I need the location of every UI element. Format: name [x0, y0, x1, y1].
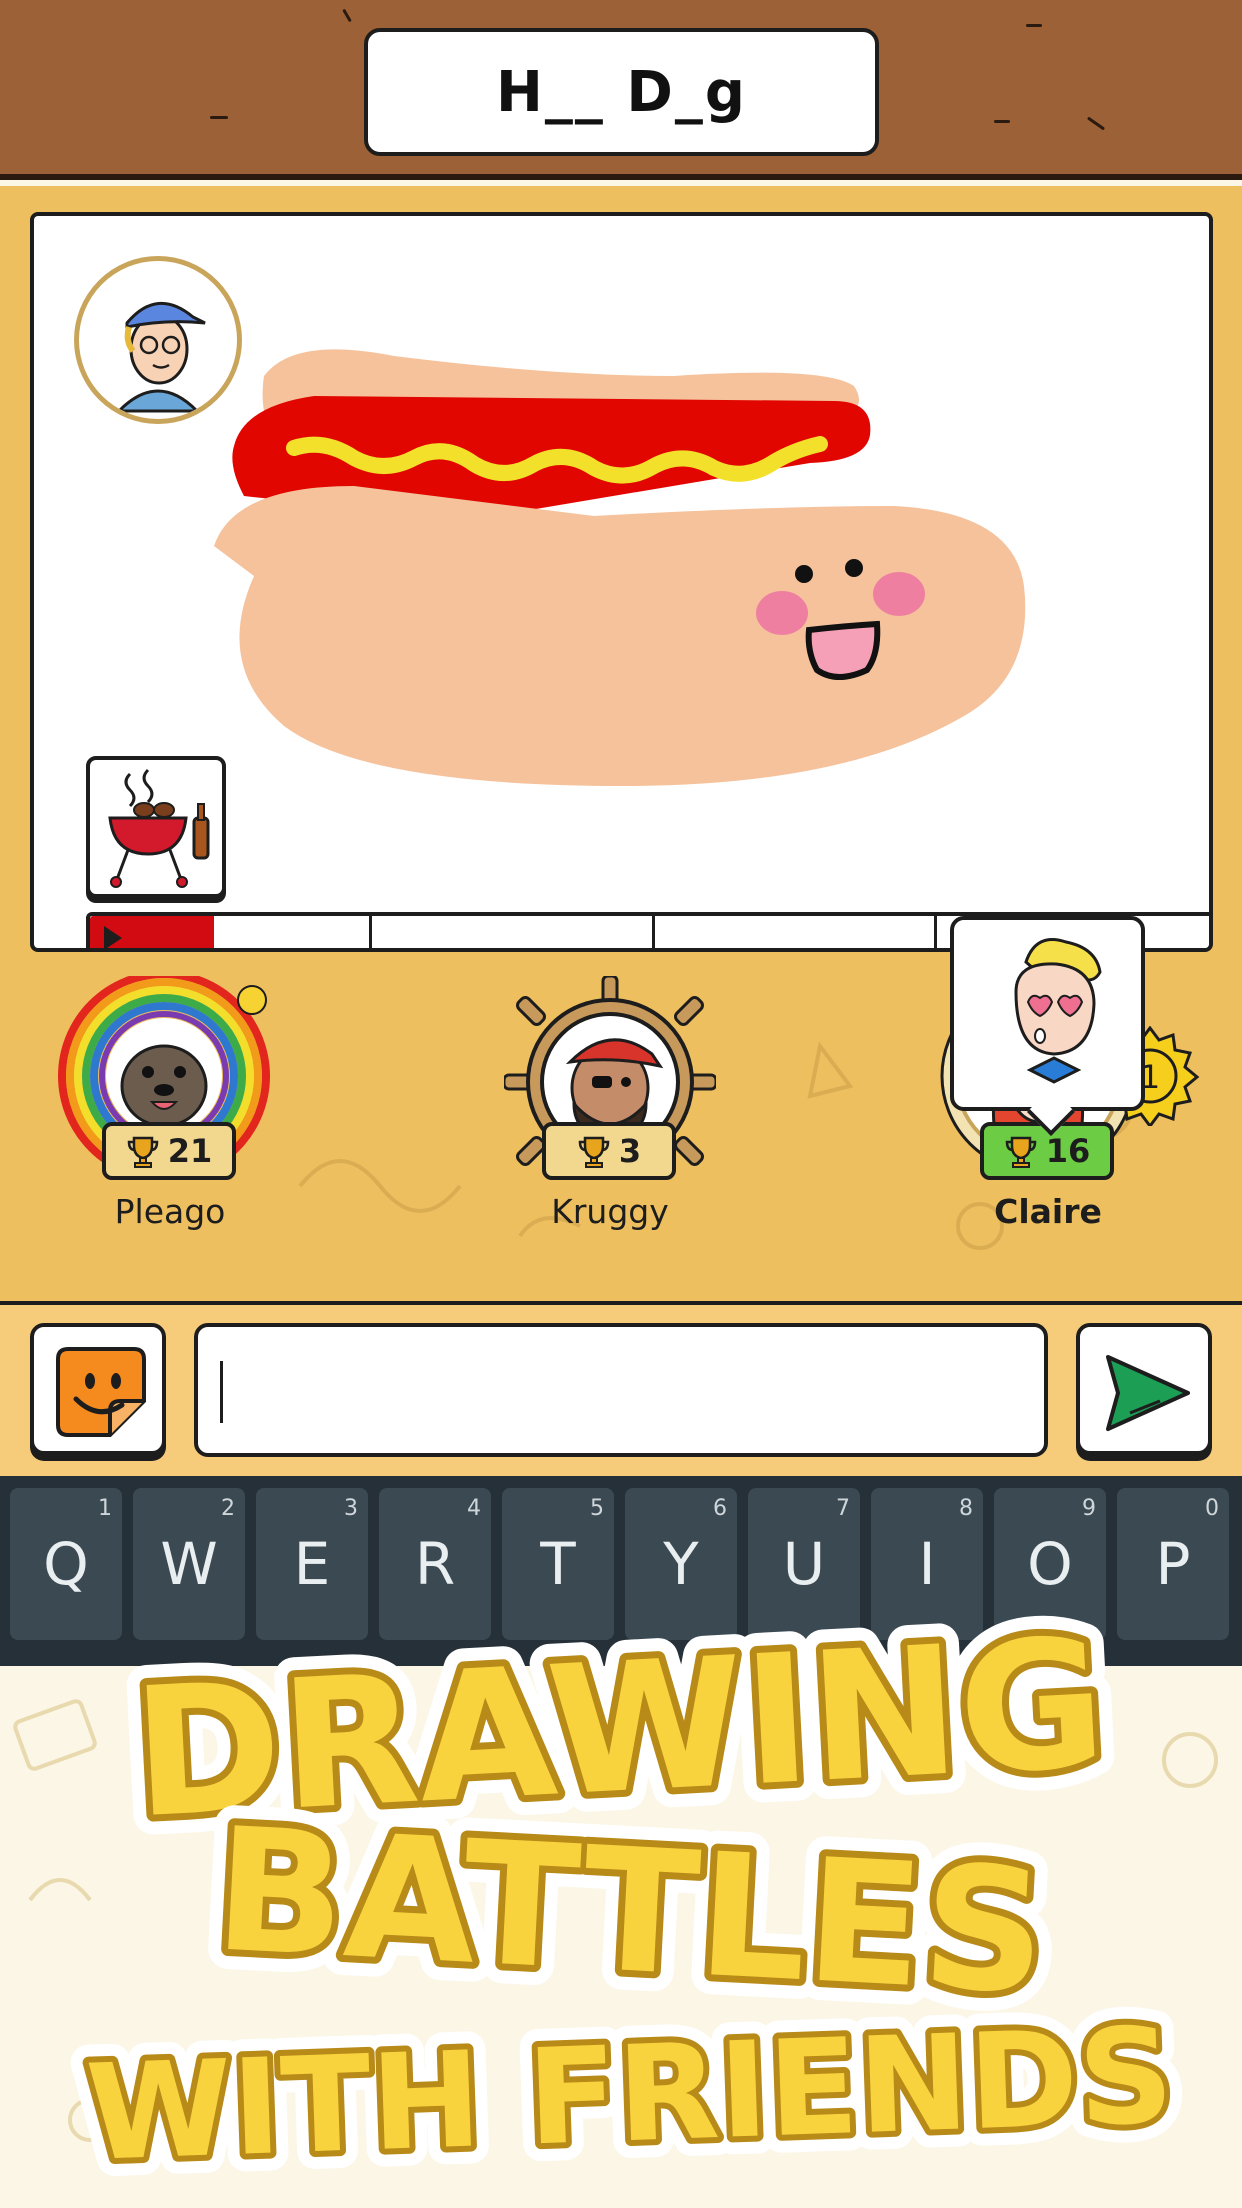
- category-hint-card: [86, 756, 226, 898]
- player-card[interactable]: 3 Kruggy: [480, 976, 740, 1236]
- key-label: P: [1155, 1530, 1191, 1598]
- key-label: T: [540, 1530, 576, 1598]
- key-number: 0: [1205, 1496, 1219, 1521]
- key-label: O: [1027, 1530, 1073, 1598]
- timer-segment: [90, 916, 373, 948]
- key-number: 9: [1082, 1496, 1096, 1521]
- trophy-icon: [1005, 1136, 1036, 1168]
- promo-banner: DRAWING DRAWING BATTLES BATTLES WITH FRI…: [0, 1600, 1242, 2208]
- send-button[interactable]: [1076, 1323, 1212, 1455]
- key-label: E: [293, 1530, 331, 1598]
- love-reaction-icon: [1014, 938, 1102, 1084]
- score-badge: 3: [542, 1122, 676, 1180]
- key-label: U: [782, 1530, 826, 1598]
- grill-icon: [108, 768, 210, 888]
- key-number: 1: [98, 1496, 112, 1521]
- wood-grain: [994, 120, 1010, 123]
- promo-line-2: BATTLES: [210, 1791, 1050, 2032]
- timer-segment: [372, 916, 655, 948]
- wood-grain: [342, 8, 352, 23]
- score-value: 3: [618, 1132, 642, 1170]
- sticker-icon: [56, 1347, 146, 1437]
- player-card[interactable]: 21 Pleago: [40, 976, 300, 1236]
- key-label: R: [414, 1530, 456, 1598]
- key-number: 7: [836, 1496, 850, 1521]
- key-label: Q: [43, 1530, 89, 1598]
- trophy-icon: [578, 1136, 610, 1168]
- wood-grain: [1086, 116, 1106, 131]
- reaction-bubble: [950, 916, 1145, 1111]
- key-label: Y: [663, 1530, 699, 1598]
- text-caret: [220, 1361, 223, 1423]
- key-number: 4: [467, 1496, 481, 1521]
- key-label: W: [160, 1530, 218, 1598]
- drawing-canvas[interactable]: [30, 212, 1213, 952]
- chat-bar: [0, 1301, 1242, 1476]
- trophy-icon: [127, 1136, 158, 1168]
- game-area: 21 Pleago 3 Kruggy 1 16 Claire: [0, 186, 1242, 1301]
- key-number: 5: [590, 1496, 604, 1521]
- timer-arrow-icon: [104, 926, 122, 948]
- timer-segment: [655, 916, 937, 948]
- top-bar: H__ D_g: [0, 0, 1242, 180]
- sticker-button[interactable]: [30, 1323, 166, 1455]
- key-number: 2: [221, 1496, 235, 1521]
- key-number: 6: [713, 1496, 727, 1521]
- player-name: Claire: [994, 1192, 1102, 1231]
- score-value: 21: [167, 1132, 213, 1170]
- score-value: 16: [1045, 1132, 1091, 1170]
- word-hint: H__ D_g: [364, 28, 879, 156]
- key-label: I: [918, 1530, 936, 1598]
- key-number: 3: [344, 1496, 358, 1521]
- send-icon: [1106, 1355, 1190, 1431]
- chat-input[interactable]: [194, 1323, 1048, 1457]
- score-badge: 21: [102, 1122, 236, 1180]
- wood-grain: [1026, 24, 1042, 27]
- promo-line-3: WITH FRIENDS: [84, 1999, 1176, 2191]
- promo-title: DRAWING DRAWING BATTLES BATTLES WITH FRI…: [13, 1600, 1218, 2208]
- player-name: Pleago: [114, 1192, 226, 1231]
- wood-grain: [210, 116, 228, 119]
- player-name: Kruggy: [551, 1192, 669, 1231]
- key-number: 8: [959, 1496, 973, 1521]
